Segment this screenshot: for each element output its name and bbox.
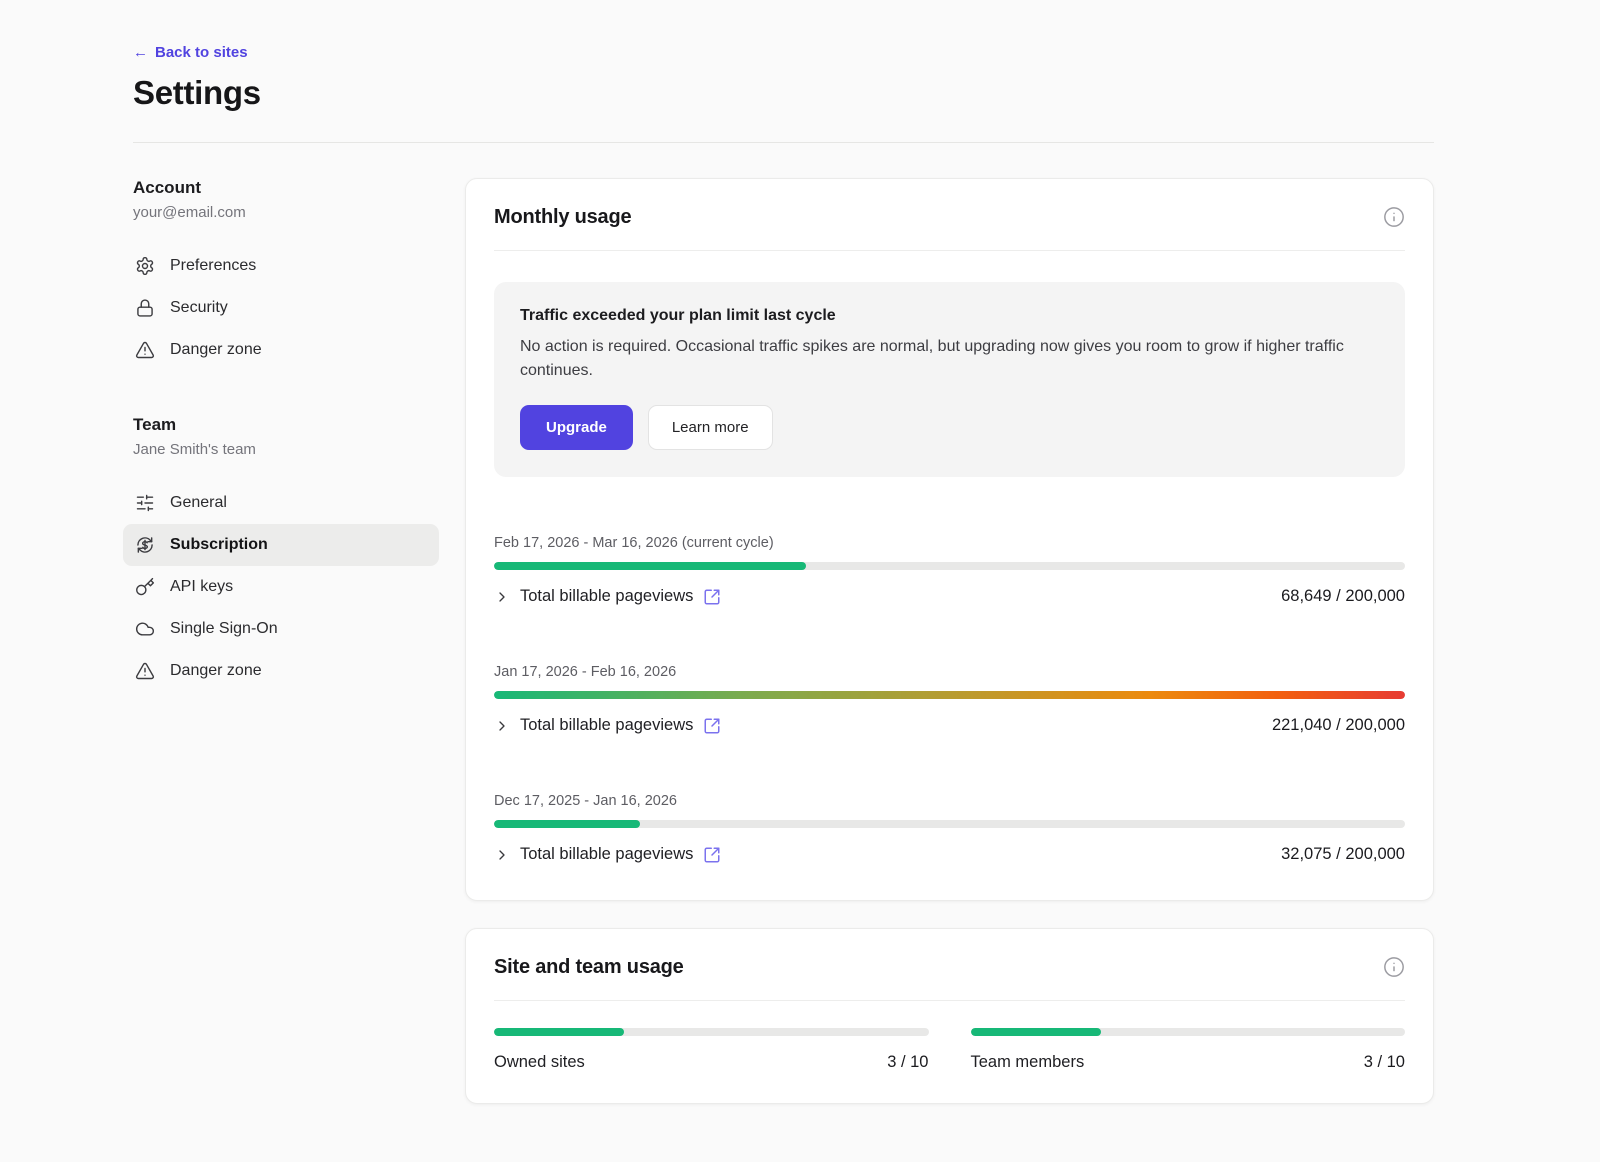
usage-progress-track <box>494 820 1405 828</box>
gear-icon <box>135 256 155 276</box>
sidebar-item-general[interactable]: General <box>123 482 439 524</box>
owned-sites-track <box>494 1028 929 1036</box>
metric-value: 221,040 / 200,000 <box>1272 716 1405 735</box>
settings-page: ← Back to sites Settings Account your@em… <box>0 0 1600 1156</box>
account-group-title: Account <box>133 178 439 198</box>
back-link-label: Back to sites <box>155 44 248 61</box>
chevron-right-icon <box>494 847 510 863</box>
sidebar-item-label: Preferences <box>170 257 256 275</box>
account-email: your@email.com <box>133 204 439 221</box>
site-team-usage-title: Site and team usage <box>494 956 684 979</box>
sidebar-item-subscription[interactable]: Subscription <box>123 524 439 566</box>
external-link-icon[interactable] <box>703 846 721 864</box>
usage-progress-fill <box>494 820 640 828</box>
stat-value: 3 / 10 <box>1364 1053 1405 1072</box>
metric-label: Total billable pageviews <box>520 845 693 864</box>
warning-triangle-icon <box>135 340 155 360</box>
page-title: Settings <box>133 74 1434 112</box>
sidebar-group-team: Team Jane Smith's team General Subscript… <box>133 415 439 692</box>
sidebar-group-account: Account your@email.com Preferences Secur… <box>133 178 439 371</box>
cycle-date-range: Dec 17, 2025 - Jan 16, 2026 <box>494 793 1405 809</box>
key-icon <box>135 577 155 597</box>
traffic-exceeded-banner: Traffic exceeded your plan limit last cy… <box>494 282 1405 477</box>
owned-sites-stat: Owned sites 3 / 10 <box>494 1028 929 1072</box>
sidebar-item-danger-zone-account[interactable]: Danger zone <box>123 329 439 371</box>
site-team-usage-card: Site and team usage Owned sites <box>465 928 1434 1104</box>
monthly-usage-title: Monthly usage <box>494 206 631 229</box>
external-link-icon[interactable] <box>703 717 721 735</box>
sidebar-item-preferences[interactable]: Preferences <box>123 245 439 287</box>
usage-cycle-older: Dec 17, 2025 - Jan 16, 2026 Total billab… <box>494 793 1405 864</box>
sliders-icon <box>135 493 155 513</box>
team-name: Jane Smith's team <box>133 441 439 458</box>
metric-value: 68,649 / 200,000 <box>1281 587 1405 606</box>
sidebar-item-label: Danger zone <box>170 662 262 680</box>
header-divider <box>133 142 1434 143</box>
stat-label: Team members <box>971 1053 1085 1072</box>
sidebar-item-label: API keys <box>170 578 233 596</box>
banner-body: No action is required. Occasional traffi… <box>520 335 1379 383</box>
cycle-date-range: Feb 17, 2026 - Mar 16, 2026 (current cyc… <box>494 535 1405 551</box>
metric-disclosure[interactable]: Total billable pageviews <box>494 716 721 735</box>
lock-icon <box>135 298 155 318</box>
team-members-stat: Team members 3 / 10 <box>971 1028 1406 1072</box>
sidebar-item-single-sign-on[interactable]: Single Sign-On <box>123 608 439 650</box>
metric-value: 32,075 / 200,000 <box>1281 845 1405 864</box>
owned-sites-fill <box>494 1028 624 1036</box>
team-group-title: Team <box>133 415 439 435</box>
usage-progress-fill-over-limit <box>494 691 1405 699</box>
cloud-icon <box>135 619 155 639</box>
upgrade-button[interactable]: Upgrade <box>520 405 633 450</box>
external-link-icon[interactable] <box>703 588 721 606</box>
sidebar-item-label: Danger zone <box>170 341 262 359</box>
metric-label: Total billable pageviews <box>520 587 693 606</box>
info-icon[interactable] <box>1383 956 1405 978</box>
sidebar-item-security[interactable]: Security <box>123 287 439 329</box>
learn-more-button[interactable]: Learn more <box>648 405 773 450</box>
warning-triangle-icon <box>135 661 155 681</box>
usage-progress-fill <box>494 562 806 570</box>
team-members-fill <box>971 1028 1101 1036</box>
stat-label: Owned sites <box>494 1053 585 1072</box>
sidebar-item-api-keys[interactable]: API keys <box>123 566 439 608</box>
sidebar-item-label: General <box>170 494 227 512</box>
info-icon[interactable] <box>1383 206 1405 228</box>
stat-value: 3 / 10 <box>887 1053 928 1072</box>
team-members-track <box>971 1028 1406 1036</box>
usage-progress-track <box>494 562 1405 570</box>
banner-title: Traffic exceeded your plan limit last cy… <box>520 307 1379 325</box>
usage-cycle-current: Feb 17, 2026 - Mar 16, 2026 (current cyc… <box>494 535 1405 606</box>
cycle-date-range: Jan 17, 2026 - Feb 16, 2026 <box>494 664 1405 680</box>
sidebar-item-label: Single Sign-On <box>170 620 278 638</box>
metric-label: Total billable pageviews <box>520 716 693 735</box>
usage-progress-track <box>494 691 1405 699</box>
chevron-right-icon <box>494 718 510 734</box>
sidebar-item-label: Security <box>170 299 228 317</box>
settings-sidebar: Account your@email.com Preferences Secur… <box>133 178 439 692</box>
sidebar-item-danger-zone-team[interactable]: Danger zone <box>123 650 439 692</box>
metric-disclosure[interactable]: Total billable pageviews <box>494 845 721 864</box>
arrow-left-icon: ← <box>133 44 148 61</box>
metric-disclosure[interactable]: Total billable pageviews <box>494 587 721 606</box>
chevron-right-icon <box>494 589 510 605</box>
dollar-refresh-icon <box>135 535 155 555</box>
monthly-usage-card: Monthly usage Traffic exceeded your plan… <box>465 178 1434 901</box>
sidebar-item-label: Subscription <box>170 536 268 554</box>
usage-cycle-previous: Jan 17, 2026 - Feb 16, 2026 Total billab… <box>494 664 1405 735</box>
back-to-sites-link[interactable]: ← Back to sites <box>133 44 248 61</box>
